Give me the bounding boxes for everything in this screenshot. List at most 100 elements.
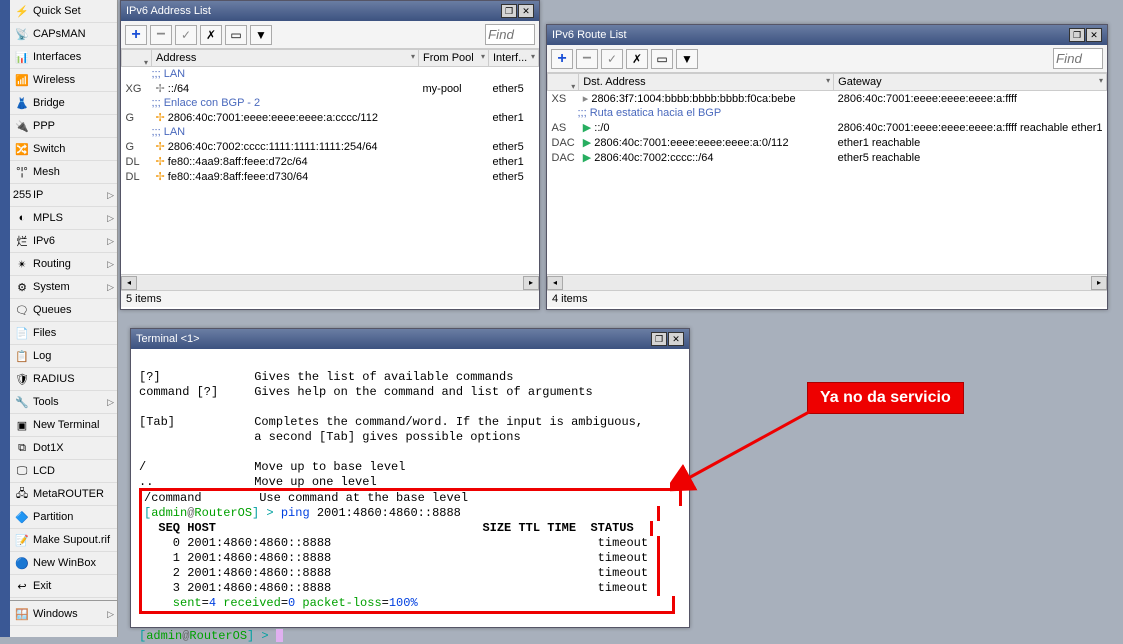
table-row[interactable]: DL✢ fe80::4aa9:8aff:feee:d72c/64ether1 — [122, 154, 539, 169]
sidebar-item-label: New WinBox — [33, 557, 96, 569]
sidebar-item-ppp[interactable]: 🔌PPP — [10, 115, 117, 138]
sidebar-item-windows[interactable]: 🪟Windows▷ — [10, 603, 117, 626]
comment-button[interactable]: ▭ — [651, 49, 673, 69]
menu-icon: 🔌 — [14, 118, 30, 134]
chevron-right-icon: ▷ — [107, 397, 114, 408]
add-button[interactable]: + — [125, 25, 147, 45]
sidebar-item-system[interactable]: ⚙System▷ — [10, 276, 117, 299]
sidebar-item-switch[interactable]: 🔀Switch — [10, 138, 117, 161]
enable-button[interactable]: ✓ — [601, 49, 623, 69]
menu-icon: ◐ — [14, 210, 30, 226]
menu-icon: 烂 — [14, 233, 30, 249]
sidebar-item-wireless[interactable]: 📶Wireless — [10, 69, 117, 92]
menu-icon: 📝 — [14, 532, 30, 548]
sidebar-item-label: IPv6 — [33, 235, 55, 247]
find-input[interactable] — [485, 24, 535, 45]
scrollbar-x[interactable]: ◂▸ — [121, 274, 539, 290]
footer-count: 4 items — [552, 293, 587, 305]
sidebar-item-ip[interactable]: 255IP▷ — [10, 184, 117, 207]
sidebar-item-capsman[interactable]: 📡CAPsMAN — [10, 23, 117, 46]
disable-button[interactable]: ✗ — [200, 25, 222, 45]
menu-icon: 📡 — [14, 26, 30, 42]
sidebar-item-files[interactable]: 📄Files — [10, 322, 117, 345]
col-flags[interactable] — [548, 74, 579, 91]
sidebar-item-new-terminal[interactable]: ▣New Terminal — [10, 414, 117, 437]
route-table: Dst. Address Gateway XS▸ 2806:3f7:1004:b… — [547, 73, 1107, 165]
sidebar-item-new-winbox[interactable]: 🔵New WinBox — [10, 552, 117, 575]
close-icon[interactable]: ✕ — [1086, 28, 1102, 42]
table-row[interactable]: DL✢ fe80::4aa9:8aff:feee:d730/64ether5 — [122, 169, 539, 184]
disable-button[interactable]: ✗ — [626, 49, 648, 69]
sidebar-item-exit[interactable]: ↩Exit — [10, 575, 117, 598]
sidebar-item-log[interactable]: 📋Log — [10, 345, 117, 368]
enable-button[interactable]: ✓ — [175, 25, 197, 45]
sidebar-item-routing[interactable]: ✴Routing▷ — [10, 253, 117, 276]
table-row[interactable]: DAC▶ 2806:40c:7002:cccc::/64ether5 reach… — [548, 150, 1107, 165]
table-row[interactable]: XS▸ 2806:3f7:1004:bbbb:bbbb:bbbb:f0ca:be… — [548, 91, 1107, 107]
col-dst-address[interactable]: Dst. Address — [579, 74, 834, 91]
sidebar-item-radius[interactable]: 🛡RADIUS — [10, 368, 117, 391]
sidebar-item-label: MPLS — [33, 212, 63, 224]
restore-icon[interactable]: ❐ — [1069, 28, 1085, 42]
sidebar-item-make-supout.rif[interactable]: 📝Make Supout.rif — [10, 529, 117, 552]
table-row[interactable]: DAC▶ 2806:40c:7001:eeee:eeee:eeee:a:0/11… — [548, 135, 1107, 150]
terminal-body[interactable]: [?] Gives the list of available commands… — [131, 349, 689, 627]
sidebar-item-label: MetaROUTER — [33, 488, 104, 500]
menu-icon: 📶 — [14, 72, 30, 88]
table-row[interactable]: G✢ 2806:40c:7002:cccc:1111:1111:1111:254… — [122, 139, 539, 154]
sidebar-item-label: Switch — [33, 143, 65, 155]
comment-button[interactable]: ▭ — [225, 25, 247, 45]
table-row[interactable]: G✢ 2806:40c:7001:eeee:eeee:eeee:a:cccc/1… — [122, 110, 539, 125]
table-row[interactable]: AS▶ ::/02806:40c:7001:eeee:eeee:eeee:a:f… — [548, 120, 1107, 135]
col-interface[interactable]: Interf... — [489, 50, 539, 67]
find-input[interactable] — [1053, 48, 1103, 69]
remove-button[interactable]: − — [150, 25, 172, 45]
sidebar-item-mesh[interactable]: °¦°Mesh — [10, 161, 117, 184]
menu-icon: ⧉ — [14, 440, 30, 456]
window-title[interactable]: IPv6 Address List ❐ ✕ — [121, 1, 539, 21]
sidebar-item-ipv6[interactable]: 烂IPv6 ▷ — [10, 230, 117, 253]
sidebar-item-mpls[interactable]: ◐MPLS ▷ — [10, 207, 117, 230]
col-address[interactable]: Address — [152, 50, 419, 67]
chevron-right-icon: ▷ — [107, 213, 114, 224]
col-flags[interactable] — [122, 50, 152, 67]
close-icon[interactable]: ✕ — [518, 4, 534, 18]
sidebar-item-partition[interactable]: 🔷Partition — [10, 506, 117, 529]
table-row[interactable]: XG✢ ::/64my-poolether5 — [122, 81, 539, 96]
menu-icon: 🔀 — [14, 141, 30, 157]
restore-icon[interactable]: ❐ — [501, 4, 517, 18]
filter-button[interactable]: ▼ — [250, 25, 272, 45]
col-gateway[interactable]: Gateway — [834, 74, 1107, 91]
sidebar-item-metarouter[interactable]: 🖧MetaROUTER — [10, 483, 117, 506]
sidebar-item-interfaces[interactable]: 📊Interfaces — [10, 46, 117, 69]
sidebar-item-label: Partition — [33, 511, 73, 523]
remove-button[interactable]: − — [576, 49, 598, 69]
footer-count: 5 items — [126, 293, 161, 305]
section-label: ;;; LAN — [122, 125, 539, 139]
menu-icon: 🛡 — [14, 371, 30, 387]
chevron-right-icon: ▷ — [107, 236, 114, 247]
close-icon[interactable]: ✕ — [668, 332, 684, 346]
sidebar-item-label: Mesh — [33, 166, 60, 178]
chevron-right-icon: ▷ — [107, 190, 114, 201]
cursor — [276, 629, 283, 642]
sidebar-item-label: Files — [33, 327, 56, 339]
window-title[interactable]: Terminal <1> ❐ ✕ — [131, 329, 689, 349]
sidebar-item-dot1x[interactable]: ⧉Dot1X — [10, 437, 117, 460]
window-title[interactable]: IPv6 Route List ❐ ✕ — [547, 25, 1107, 45]
sidebar-item-queues[interactable]: 🗨Queues — [10, 299, 117, 322]
filter-button[interactable]: ▼ — [676, 49, 698, 69]
sidebar-item-bridge[interactable]: 👗Bridge — [10, 92, 117, 115]
restore-icon[interactable]: ❐ — [651, 332, 667, 346]
menu-icon: 👗 — [14, 95, 30, 111]
col-from-pool[interactable]: From Pool — [419, 50, 489, 67]
sidebar-item-quick-set[interactable]: ⚡Quick Set — [10, 0, 117, 23]
toolbar: + − ✓ ✗ ▭ ▼ — [547, 45, 1107, 73]
scrollbar-x[interactable]: ◂▸ — [547, 274, 1107, 290]
sidebar-item-lcd[interactable]: 🖵LCD — [10, 460, 117, 483]
menu-icon: 🗨 — [14, 302, 30, 318]
menu-icon: 🔷 — [14, 509, 30, 525]
sidebar-item-tools[interactable]: 🔧Tools▷ — [10, 391, 117, 414]
add-button[interactable]: + — [551, 49, 573, 69]
sidebar-item-label: New Terminal — [33, 419, 99, 431]
